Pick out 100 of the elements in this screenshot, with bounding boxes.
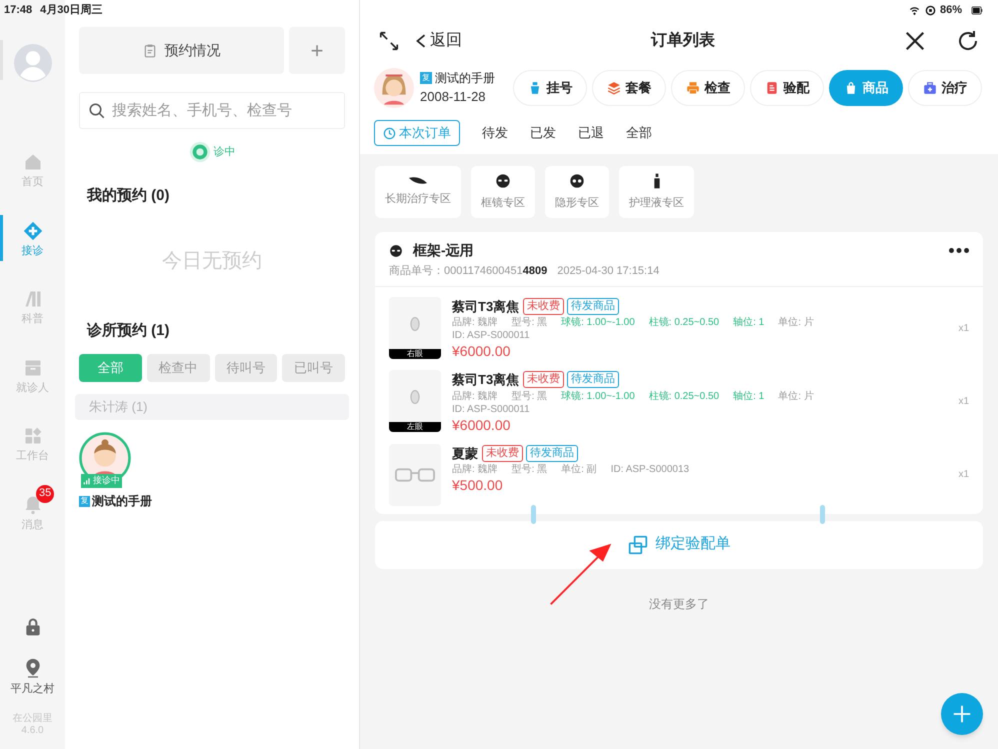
spec-text: 轴位: 1 [733,390,764,402]
order-tab[interactable]: 已发 [530,120,556,146]
zone-button[interactable]: 框镜专区 [471,166,535,218]
location-name[interactable]: 平凡之村 [10,680,54,697]
category-button[interactable]: 验配 [750,70,824,106]
status-tag: 待发商品 [526,444,578,462]
order-tab[interactable]: 全部 [626,120,652,146]
eyewear-icon [389,244,403,258]
consulting-status-badge: 接诊中 [81,474,122,488]
wifi-icon [908,5,921,16]
add-floating-button[interactable] [941,693,983,735]
filter-tab[interactable]: 检查中 [146,354,210,382]
zone-button[interactable]: 隐形专区 [545,166,609,218]
drag-handle[interactable] [820,505,825,524]
medical-kit-icon [922,81,936,95]
sidebar-nav-item[interactable]: 工作台 [0,424,65,466]
spec-text: ID: ASP-S000011 [452,329,530,342]
battery-percent: 86% [940,3,962,18]
status-tag: 未收费 [523,371,564,388]
order-tab[interactable]: 已退 [578,120,604,146]
spec-text: 单位: 片 [778,390,814,402]
status-date: 4月30日周三 [40,3,102,18]
spec-text: 球镜: 1.00~-1.00 [561,316,635,329]
sidebar-nav-item[interactable]: 科普 [0,287,65,330]
spec-text: 单位: 片 [778,316,814,329]
filter-tab[interactable]: 待叫号 [214,354,278,382]
status-label: 诊中 [214,144,236,160]
expand-button[interactable] [378,30,400,52]
drag-handle[interactable] [531,505,536,524]
sidebar-nav-item[interactable]: 就诊人 [0,356,65,398]
order-tab[interactable]: 待发 [482,120,508,146]
clipboard-icon [142,44,156,58]
spec-text: 型号: 黑 [512,390,548,402]
section-title: 我的预约 (0) [87,186,170,206]
contact-lens-icon [569,172,585,189]
more-button[interactable] [949,248,969,253]
status-tag: 待发商品 [567,371,620,388]
end-of-list-text: 没有更多了 [648,596,710,612]
eye-label: 左眼 [389,422,441,432]
printer-icon [686,81,700,95]
category-button[interactable]: 挂号 [513,70,587,106]
filter-tab[interactable]: 已叫号 [282,354,345,382]
status-ring-icon [188,141,210,163]
unread-count-badge: 35 [36,484,54,502]
product-price: ¥500.00 [452,476,504,494]
category-button[interactable]: 治疗 [908,70,982,106]
back-button[interactable]: 返回 [414,29,462,53]
filter-tab[interactable]: 全部 [79,354,142,382]
more-dots-icon [949,248,969,253]
plus-diamond-icon [22,220,42,240]
patient-card[interactable]: 接诊中 复 测试的手册 [79,432,199,510]
status-tag: 未收费 [482,444,523,462]
zone-button[interactable]: 护理液专区 [619,166,694,218]
product-price: ¥6000.00 [452,416,512,434]
layers-icon [606,81,620,95]
order-number: 商品单号：00011746004514809 [389,264,548,279]
order-tab[interactable]: 本次订单 [374,120,460,146]
spec-text: 品牌: 魏牌 [452,463,498,476]
search-field[interactable]: 搜索姓名、手机号、检查号 [79,92,345,129]
sidebar-nav-item[interactable]: 首页 [0,150,65,192]
spec-text: 品牌: 魏牌 [452,316,498,329]
revisit-tag: 复 [79,496,90,506]
category-button[interactable]: 套餐 [592,70,666,106]
quantity: x1 [958,395,969,410]
bind-fitting-button[interactable]: 绑定验配单 [628,533,730,556]
group-header: 朱计涛 (1) [75,394,349,420]
spec-text: 轴位: 1 [733,316,764,329]
category-button[interactable]: 商品 [829,70,903,106]
clock-icon [383,126,396,140]
spec-text: 柱镜: 0.25~0.50 [648,316,720,329]
order-datetime: 2025-04-30 17:15:14 [557,264,660,279]
quantity: x1 [958,322,969,336]
revisit-tag: 复 [420,72,432,84]
user-avatar-icon [14,44,52,82]
quantity: x1 [958,468,969,482]
spec-text: 柱镜: 0.25~0.50 [648,390,720,402]
signal-bars-icon [83,477,91,485]
spec-text: 型号: 黑 [512,316,548,329]
spec-text: ID: ASP-S000011 [452,402,530,416]
eye-label: 右眼 [389,348,441,358]
appointments-button[interactable]: 预约情况 [79,27,284,74]
refresh-button[interactable] [956,29,980,53]
grid-icon [22,426,42,446]
category-button[interactable]: 检查 [671,70,745,106]
page-title: 订单列表 [650,30,716,51]
child-avatar-icon [374,68,414,108]
status-tag: 未收费 [523,298,564,315]
refresh-icon [956,29,980,53]
zone-button[interactable]: 长期治疗专区 [375,166,461,218]
spec-text: 球镜: 1.00~-1.00 [561,390,635,402]
close-button[interactable] [904,30,926,52]
expand-arrows-icon [378,30,400,52]
orientation-lock-icon [924,5,936,16]
form-icon [764,81,778,95]
product-price: ¥6000.00 [452,342,512,360]
link-squares-icon [628,534,648,554]
spec-text: 品牌: 魏牌 [452,390,498,402]
close-icon [904,30,926,52]
add-button[interactable]: + [289,27,345,74]
product-name: 蔡司T3离焦 [452,371,520,389]
